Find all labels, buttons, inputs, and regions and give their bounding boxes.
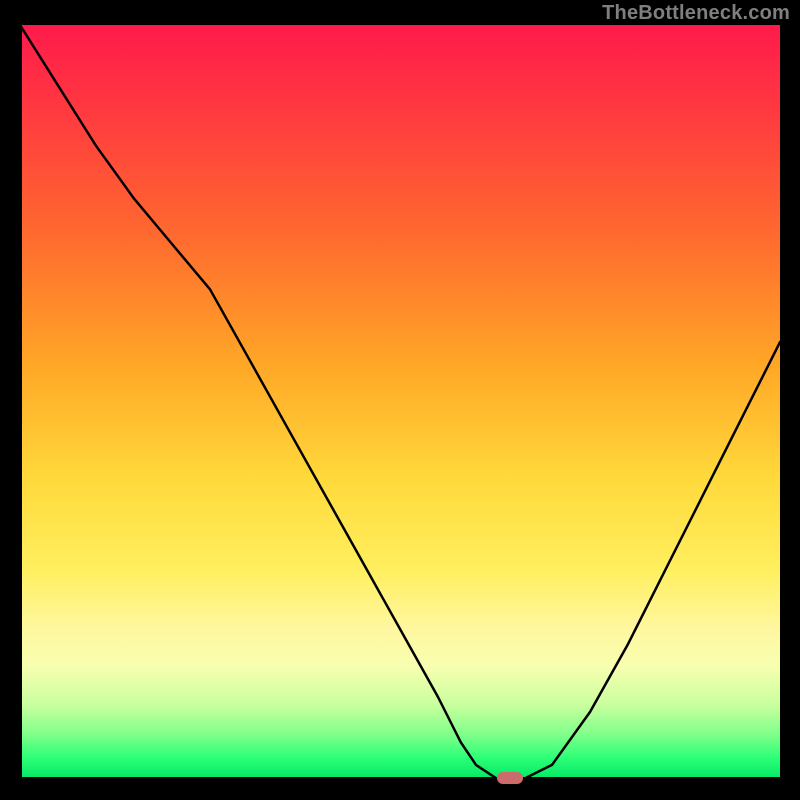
x-axis-line — [20, 777, 780, 780]
chart-stage: TheBottleneck.com — [0, 0, 800, 800]
plot-area — [20, 25, 780, 780]
bottleneck-curve — [20, 25, 780, 780]
watermark-text: TheBottleneck.com — [602, 2, 790, 25]
left-axis-line — [20, 25, 22, 780]
optimal-point-marker — [497, 772, 523, 784]
